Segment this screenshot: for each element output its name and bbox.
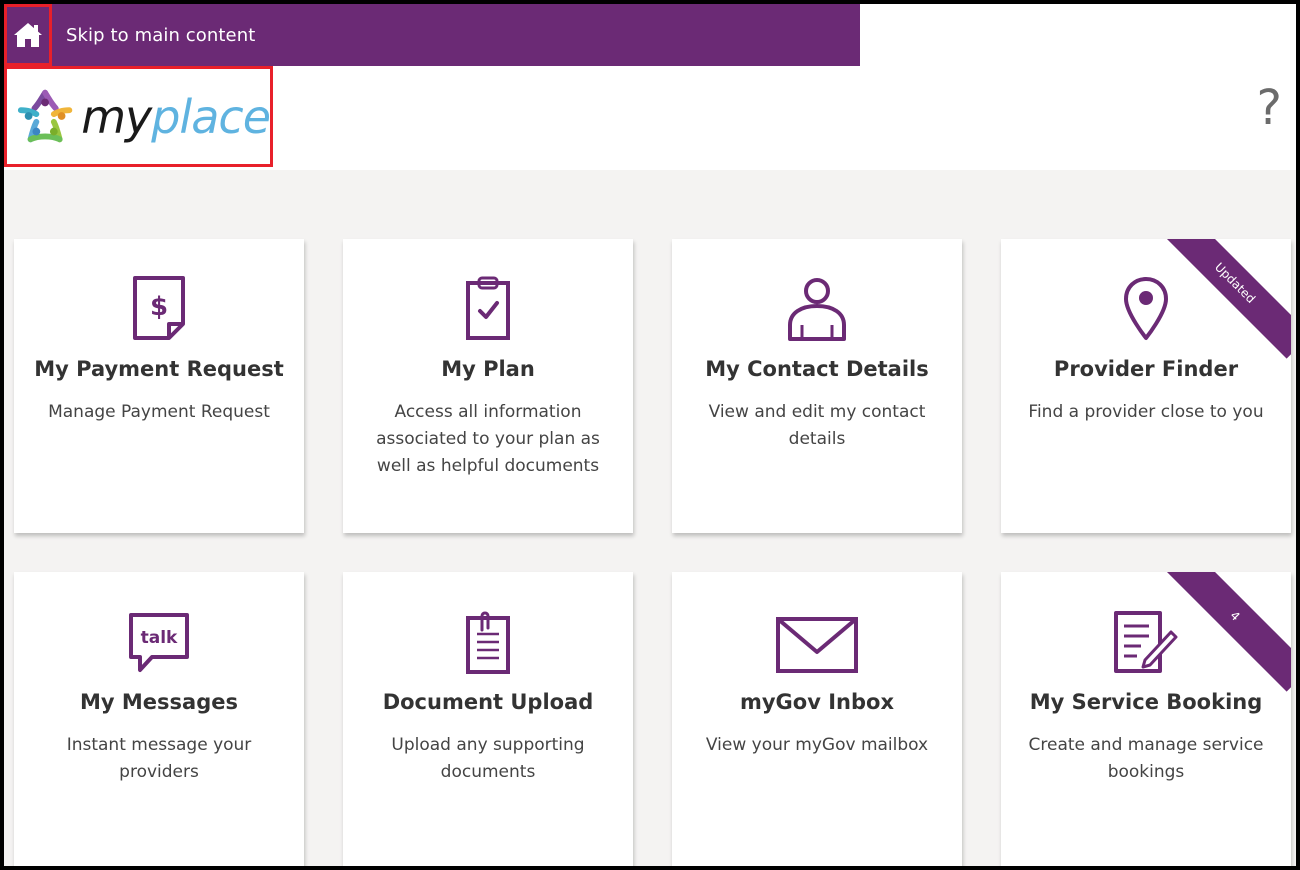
tile-description: Create and manage service bookings (1028, 735, 1264, 782)
tile-title: Document Upload (382, 690, 594, 714)
skip-to-main-content-link[interactable]: Skip to main content (66, 25, 255, 46)
tile-provider-finder[interactable]: Updated Provider Finder Find a provider … (1001, 239, 1291, 533)
tile-my-contact-details[interactable]: My Contact Details View and edit my cont… (672, 239, 962, 533)
tile-my-payment-request[interactable]: $ My Payment Request Manage Payment Requ… (14, 239, 304, 533)
home-icon (14, 23, 42, 47)
myplace-star-logo-icon (17, 89, 73, 142)
myplace-logo-link[interactable]: myplace (4, 66, 273, 167)
help-button[interactable]: ? (1257, 84, 1282, 132)
tile-description: Upload any supporting documents (391, 735, 585, 782)
tile-mygov-inbox[interactable]: myGov Inbox View your myGov mailbox (672, 572, 962, 866)
document-edit-icon (1114, 611, 1178, 673)
tile-title: My Payment Request (34, 357, 284, 381)
tile-my-messages[interactable]: talk My Messages Instant message your pr… (14, 572, 304, 866)
talk-bubble-icon: talk (129, 613, 189, 672)
tile-description: Find a provider close to you (1028, 402, 1264, 422)
tile-title: myGov Inbox (739, 690, 894, 714)
map-pin-icon (1124, 277, 1168, 340)
tile-title: My Contact Details (705, 357, 929, 381)
tile-document-upload[interactable]: Document Upload Upload any supporting do… (343, 572, 633, 866)
person-icon (788, 278, 846, 341)
clipboard-check-icon (466, 276, 510, 340)
home-button[interactable] (4, 4, 52, 66)
tile-description: Manage Payment Request (48, 402, 270, 422)
svg-text:$: $ (150, 292, 168, 322)
tile-description: View and edit my contact details (708, 402, 926, 449)
tile-title: My Plan (441, 357, 535, 381)
tile-my-service-booking[interactable]: 4 My Service Booking Create and manage s… (1001, 572, 1291, 866)
tile-my-plan[interactable]: My Plan Access all information associate… (343, 239, 633, 533)
paperclip-document-icon (466, 611, 510, 674)
svg-text:talk: talk (141, 628, 178, 648)
envelope-icon (776, 617, 858, 673)
tile-title: My Messages (80, 690, 238, 714)
skip-bar: Skip to main content (4, 4, 860, 66)
myplace-logo-text: myplace (81, 89, 271, 144)
tile-title: Provider Finder (1053, 357, 1239, 381)
page-frame: Skip to main content myplace ? $ My Paym… (0, 0, 1300, 870)
tile-description: Access all information associated to you… (376, 402, 600, 476)
main-content: $ My Payment Request Manage Payment Requ… (4, 170, 1296, 866)
tile-description: Instant message your providers (66, 735, 252, 782)
tile-description: View your myGov mailbox (705, 735, 929, 755)
tile-title: My Service Booking (1029, 690, 1263, 714)
payment-document-icon: $ (133, 276, 185, 340)
